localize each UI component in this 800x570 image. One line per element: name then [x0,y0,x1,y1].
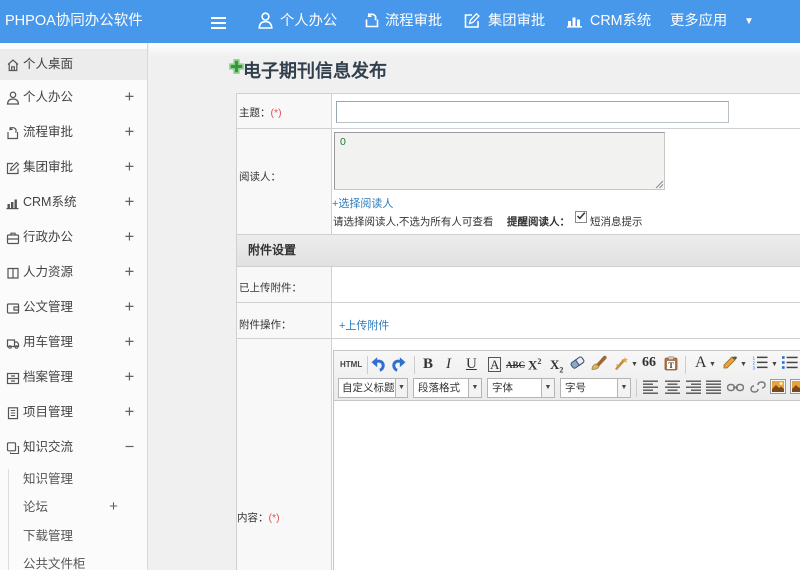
svg-text:3: 3 [753,365,756,370]
svg-text:T: T [668,361,674,370]
